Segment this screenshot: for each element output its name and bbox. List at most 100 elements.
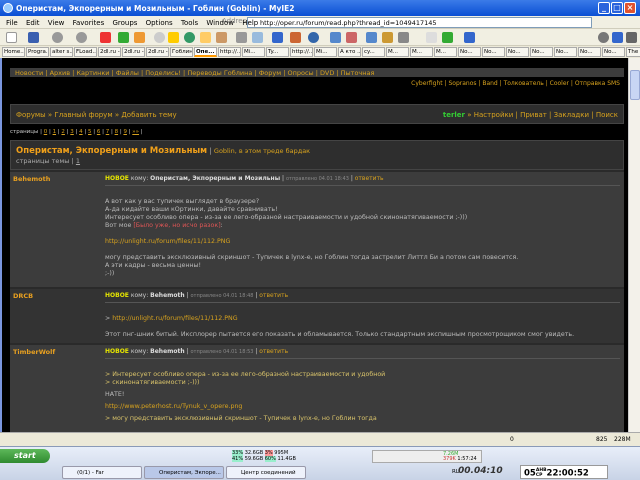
browser-tab[interactable]: alter s... (50, 47, 73, 57)
page-link[interactable]: 5 (88, 129, 92, 135)
browser-tab[interactable]: Гоблин... (170, 47, 193, 57)
image-icon[interactable] (382, 32, 393, 43)
page-link[interactable]: 2 (61, 129, 65, 135)
browser-tab[interactable]: 2dl.ru -... (122, 47, 145, 57)
start-button[interactable]: start (0, 449, 50, 463)
search-icon[interactable] (154, 32, 165, 43)
browser-tab[interactable]: Mi... (242, 47, 265, 57)
browser-tab[interactable]: No... (506, 47, 529, 57)
folder-icon[interactable] (200, 32, 211, 43)
browser-tab[interactable]: cy... (362, 47, 385, 57)
post-link[interactable]: http://unlight.ru/forum/files/11/112.PNG (105, 238, 620, 246)
browser-tab[interactable]: http://... (218, 47, 241, 57)
vertical-scrollbar[interactable] (628, 58, 640, 432)
browser-tab[interactable]: Ty... (266, 47, 289, 57)
breadcrumb-links[interactable]: Форумы » Главный форум » Добавить тему (16, 111, 177, 119)
browser-tab[interactable]: M... (386, 47, 409, 57)
page-link[interactable]: 7 (106, 129, 110, 135)
post-link[interactable]: http://www.peterhost.ru/Tynuk_v_opere.pn… (105, 403, 620, 411)
scrollbar-thumb[interactable] (630, 70, 640, 100)
settings-icon[interactable] (598, 32, 609, 43)
menu-window[interactable]: Window (206, 19, 234, 27)
browser-tab[interactable]: 2dl.ru -... (98, 47, 121, 57)
download-icon[interactable] (442, 32, 453, 43)
task-far[interactable]: (0/1) - Far (62, 466, 142, 479)
panel-icon[interactable] (626, 32, 637, 43)
post-author[interactable]: Behemoth (13, 175, 50, 183)
address-input[interactable] (247, 17, 592, 28)
info-icon[interactable] (612, 32, 623, 43)
columns-icon[interactable] (346, 32, 357, 43)
proxy-icon[interactable] (398, 32, 409, 43)
page-link[interactable]: 9 (123, 129, 127, 135)
task-myie2[interactable]: Оперистам, Экпоре... (144, 466, 224, 479)
browser-tab[interactable]: No... (530, 47, 553, 57)
stop-icon[interactable] (100, 32, 111, 43)
browser-tab[interactable]: No... (602, 47, 625, 57)
browser-tab[interactable]: No... (482, 47, 505, 57)
post-author[interactable]: TimberWolf (13, 348, 55, 356)
site-links[interactable]: Cyberfight | Sopranos | Band | Толковате… (411, 80, 620, 87)
browser-tab[interactable]: 2dl.ru -... (146, 47, 169, 57)
tile-icon[interactable] (366, 32, 377, 43)
reply-link[interactable]: ответить (259, 292, 288, 299)
window-icon[interactable] (330, 32, 341, 43)
font-icon[interactable] (272, 32, 283, 43)
new-icon[interactable] (6, 32, 17, 43)
browser-tab[interactable]: А кто ... (338, 47, 361, 57)
browser-tab[interactable]: Опе... (194, 47, 217, 57)
browser-tab[interactable]: No... (458, 47, 481, 57)
browser-tab[interactable]: http://... (290, 47, 313, 57)
page-link[interactable]: 8 (115, 129, 119, 135)
browser-tab[interactable]: Progra... (26, 47, 49, 57)
site-nav[interactable]: Новости | Архив | Картинки | Файлы | Под… (10, 68, 624, 77)
page-link[interactable]: 1 (53, 129, 57, 135)
username[interactable]: terler (443, 111, 465, 119)
page-link[interactable]: 0 (44, 129, 48, 135)
user-links[interactable]: » Настройки | Приват | Закладки | Поиск (465, 111, 618, 119)
user-icon[interactable] (216, 32, 227, 43)
menu-edit[interactable]: Edit (26, 19, 40, 27)
menu-options[interactable]: Options (146, 19, 173, 27)
maximize-button[interactable]: □ (611, 2, 623, 14)
browser-tab[interactable]: Home... (2, 47, 25, 57)
history-icon[interactable] (184, 32, 195, 43)
browser-tab[interactable]: FLoad... (74, 47, 97, 57)
browser-tab[interactable]: No... (554, 47, 577, 57)
encoding-icon[interactable] (290, 32, 301, 43)
task-connections[interactable]: Центр соединений (226, 466, 306, 479)
browser-tab[interactable]: The R... (626, 47, 640, 57)
save-icon[interactable] (28, 32, 39, 43)
menu-tools[interactable]: Tools (181, 19, 198, 27)
post-author[interactable]: DRCB (13, 292, 33, 300)
menu-help[interactable]: Help (242, 19, 258, 27)
print-icon[interactable] (236, 32, 247, 43)
page-link[interactable]: »» (132, 129, 139, 135)
browser-tab[interactable]: Mi... (314, 47, 337, 57)
home-icon[interactable] (134, 32, 145, 43)
mail-icon[interactable] (252, 32, 263, 43)
web-icon[interactable] (308, 32, 319, 43)
close-all-icon[interactable] (426, 32, 437, 43)
browser-tab[interactable]: No... (578, 47, 601, 57)
page-link[interactable]: 6 (97, 129, 101, 135)
reply-link[interactable]: ответить (355, 175, 384, 182)
reply-link[interactable]: ответить (259, 348, 288, 355)
favorites-star-icon[interactable] (168, 32, 179, 43)
page-link[interactable]: 3 (70, 129, 74, 135)
forward-icon[interactable] (76, 32, 87, 43)
menu-file[interactable]: File (6, 19, 18, 27)
menu-view[interactable]: View (48, 19, 65, 27)
minimize-button[interactable]: _ (598, 2, 610, 14)
post-link[interactable]: http://unlight.ru/forum/files/11/112.PNG (112, 315, 237, 322)
back-icon[interactable] (52, 32, 63, 43)
menu-groups[interactable]: Groups (112, 19, 137, 27)
thread-page-link[interactable]: 1 (76, 157, 80, 165)
browser-tab[interactable]: M... (434, 47, 457, 57)
close-button[interactable]: × (624, 2, 636, 14)
page-link[interactable]: 4 (79, 129, 83, 135)
refresh-icon[interactable] (118, 32, 129, 43)
browser-tab[interactable]: M... (410, 47, 433, 57)
undo-icon[interactable] (464, 32, 475, 43)
menu-favorites[interactable]: Favorites (73, 19, 105, 27)
